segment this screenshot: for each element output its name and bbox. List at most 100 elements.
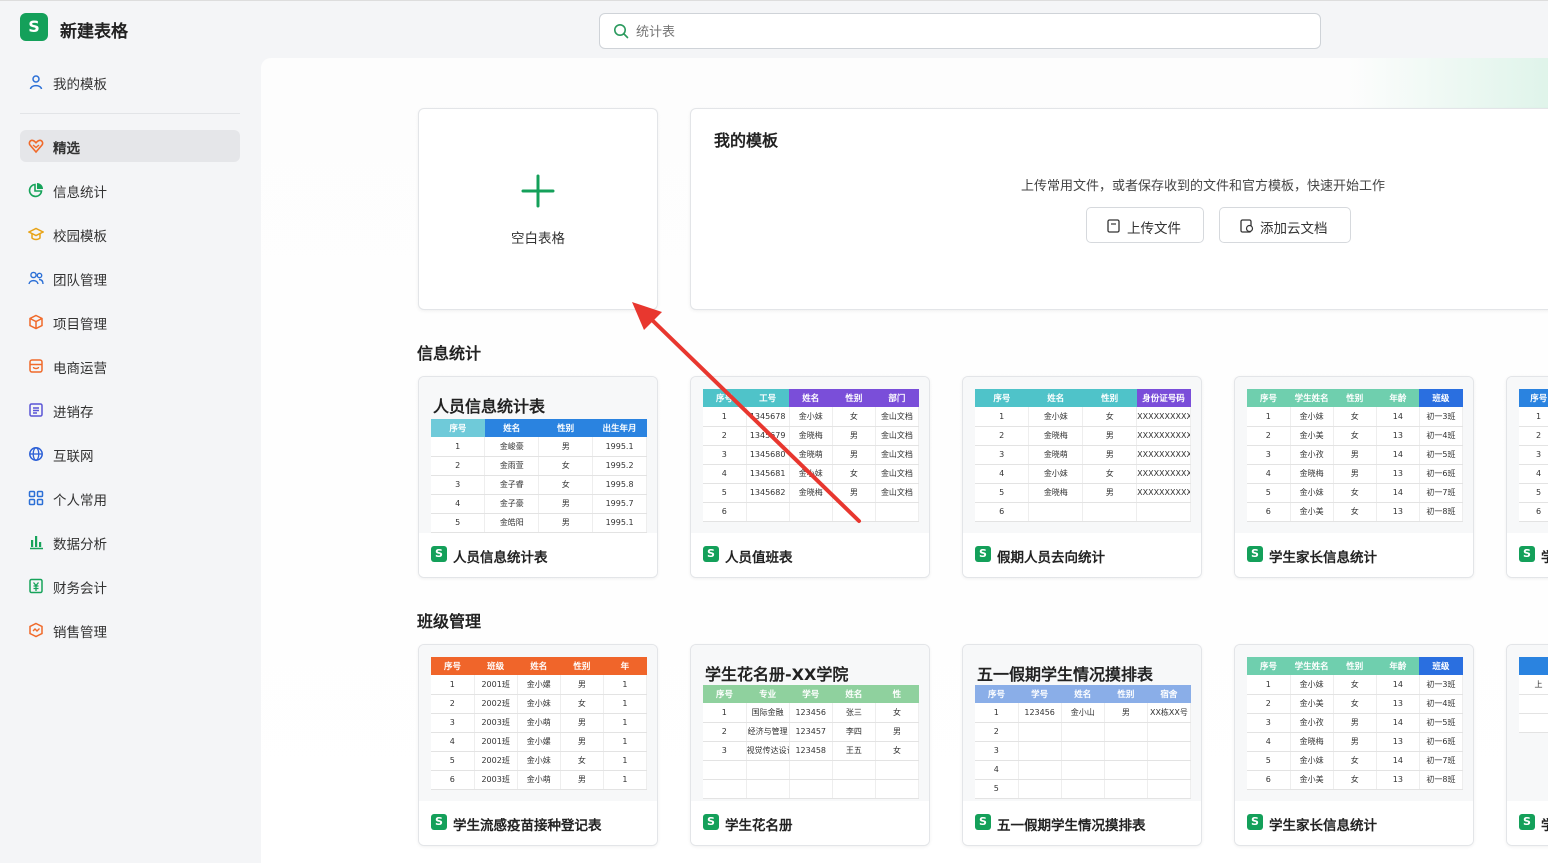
sidebar-item-finance[interactable]: 财务会计 (20, 570, 240, 602)
table-row: 3 1345680 金晓萌男金山文档 (703, 445, 920, 465)
table-cell: 1 (703, 407, 747, 427)
table-cell: 男 (832, 483, 876, 503)
template-card[interactable]: 序号 班级 姓名 性别年 1 2001班 金小嫘男 1 2 2002班 金小妹女 1 3 2003班 金小萌… (418, 644, 658, 846)
sidebar-item-campus[interactable]: 校园模板 (20, 218, 240, 250)
template-name: 假期人员去向统计 (997, 550, 1105, 566)
table-cell: 男 (1082, 426, 1138, 446)
sidebar-item-info-stats[interactable]: 信息统计 (20, 174, 240, 206)
table-header-cell: 性别 (1104, 685, 1148, 703)
table-row: 1 金峻豪男 1995.1 (431, 437, 647, 457)
table-row: 2 (975, 722, 1192, 742)
template-footer: S 学生家长信息统计 (1235, 801, 1473, 845)
table-row: 6 2003班 金小萌男 1 (431, 770, 648, 790)
template-card[interactable]: 上 S学 (1506, 644, 1548, 846)
template-card[interactable]: 序号姓名性别身份证号码1金小妹女XXXXXXXXXXXXX2金晓梅男XXXXXX… (962, 376, 1202, 578)
sales-icon (29, 622, 43, 638)
template-card[interactable]: 人员信息统计表 序号 姓名 性别 出生年月 1 金峻豪男 1995.1 2 金雨萱女 1995.2… (418, 376, 658, 578)
sidebar-item-personal[interactable]: 个人常用 (20, 482, 240, 514)
table-cell: 2 (703, 426, 747, 446)
template-card[interactable]: 序号 学生姓名 性别 年龄 班级 1 金小妹女 14 初一3班 2 金小美女 13 初一4班 3 金小孜男 1… (1234, 644, 1474, 846)
search-box[interactable] (599, 13, 1321, 49)
template-card[interactable]: 学生花名册-XX学院 序号 专业 学号 姓名性 1 国际金融 123456 张三女 2 经济与管理… (690, 644, 930, 846)
blank-sheet-card[interactable]: 空白表格 (418, 108, 658, 310)
table-cell: 女 (875, 741, 920, 761)
table-cell: 男 (1333, 713, 1377, 733)
upload-file-button[interactable]: 上传文件 (1086, 207, 1204, 243)
table-cell: 1 (603, 732, 648, 752)
table-cell: 金小妹 (1290, 751, 1334, 771)
table-cell: 123458 (789, 741, 833, 761)
table-cell (1018, 722, 1062, 742)
table-cell: XXXXXXXXXXXXX (1136, 426, 1191, 446)
table-row: 1 123456 金小山男 XX栋XX号 (975, 703, 1192, 723)
sidebar-item-label: 个人常用 (53, 493, 107, 509)
sidebar-item-my-templates[interactable]: 我的模板 (20, 66, 240, 98)
table-row: 3 金小孜男 14 初一5班 (1247, 445, 1464, 465)
table-cell: 1 (1519, 407, 1548, 427)
table-cell: 1995.1 (592, 437, 647, 457)
table-cell: 金小嫘 (517, 732, 561, 752)
template-card[interactable]: 序号 学生姓名 性别 年龄 班级 1 金小妹女 14 初一3班 2 金小美女 13 初一4班 3 金小孜男 1… (1234, 376, 1474, 578)
table-cell: 金皓阳 (484, 513, 540, 533)
template-preview: 五一假期学生情况摸排表 序号 学号 姓名 性别 宿舍 1 123456 金小山男 XX栋XX号 2… (963, 645, 1201, 801)
table-header-cell: 性 (875, 685, 919, 703)
mini-table: 序号 1 2 3 4 5 6 (1519, 389, 1548, 522)
table-cell (1018, 779, 1062, 799)
table-cell: 4 (703, 464, 747, 484)
template-preview: 上 (1507, 645, 1548, 801)
table-row: 2 (1519, 426, 1548, 446)
template-name: 学生家长信息统计 (1269, 550, 1377, 566)
template-card[interactable]: 五一假期学生情况摸排表 序号 学号 姓名 性别 宿舍 1 123456 金小山男 XX栋XX号 2… (962, 644, 1202, 846)
sidebar-item-project[interactable]: 项目管理 (20, 306, 240, 338)
table-row: 1金小妹女XXXXXXXXXXXXX (975, 407, 1191, 427)
inventory-icon (29, 403, 43, 417)
table-cell: 初一3班 (1419, 407, 1464, 427)
table-cell: 5 (1247, 483, 1291, 503)
table-cell: 金小嫘 (517, 675, 561, 695)
table-cell: 金山文档 (875, 464, 920, 484)
sidebar-item-ecommerce[interactable]: 电商运营 (20, 350, 240, 382)
table-row: 1 金小妹女 14 初一3班 (1247, 675, 1464, 695)
table-header-cell: 性别 (1333, 389, 1377, 407)
table-cell: 1345680 (746, 445, 790, 465)
table-cell: 1345681 (746, 464, 790, 484)
table-cell: 初一4班 (1419, 426, 1464, 446)
table-cell: 14 (1376, 675, 1420, 695)
template-card[interactable]: 序号123456 S学 (1506, 376, 1548, 578)
sheet-icon: S (431, 546, 447, 562)
sheet-table: 序号 班级 姓名 性别年 1 2001班 金小嫘男 1 2 2002班 金小妹女 1 3 2003班 金小萌… (431, 657, 648, 790)
add-cloud-doc-button[interactable]: 添加云文档 (1219, 207, 1351, 243)
mini-table: 序号姓名性别身份证号码1金小妹女XXXXXXXXXXXXX2金晓梅男XXXXXX… (975, 389, 1191, 522)
file-icon (1107, 219, 1120, 233)
sheet-title: 人员信息统计表 (433, 397, 546, 416)
sidebar-item-inventory[interactable]: 进销存 (20, 394, 240, 426)
table-header-cell: 身份证号码 (1136, 389, 1191, 407)
sidebar-item-sales[interactable]: 销售管理 (20, 614, 240, 646)
my-templates-title: 我的模板 (714, 131, 779, 150)
sidebar-item-internet[interactable]: 互联网 (20, 438, 240, 470)
table-header-cell: 姓名 (1061, 685, 1105, 703)
table-cell: 1345682 (746, 483, 790, 503)
table-cell: 金小妹 (789, 407, 833, 427)
table-row: 3 金小孜男 14 初一5班 (1247, 713, 1464, 733)
sidebar-item-featured[interactable]: 精选 (20, 130, 240, 162)
table-cell: 13 (1376, 464, 1420, 484)
table-cell: 金小妹 (789, 464, 833, 484)
table-cell: 男 (832, 445, 876, 465)
sidebar-item-data-analysis[interactable]: 数据分析 (20, 526, 240, 558)
table-cell: 女 (1333, 751, 1377, 771)
search-input[interactable] (636, 22, 1286, 42)
sidebar-item-label: 进销存 (53, 405, 94, 421)
table-cell: 男 (832, 426, 876, 446)
table-cell: 金小妹 (517, 694, 561, 714)
sidebar-item-team[interactable]: 团队管理 (20, 262, 240, 294)
template-card[interactable]: 序号 工号 姓名 性别 部门 1 1345678 金小妹女金山文档 2 1345679 金晓梅男金山… (690, 376, 930, 578)
table-cell: 3 (431, 713, 475, 733)
table-cell: 2 (975, 426, 1030, 446)
plus-icon (521, 174, 555, 208)
table-cell: 女 (832, 407, 876, 427)
sheet-table: 序号 姓名 性别 出生年月 1 金峻豪男 1995.1 2 金雨萱女 1995.2 3 金子睿女 199… (431, 419, 647, 533)
table-cell: 2001班 (474, 675, 518, 695)
table-cell: 男 (1333, 445, 1377, 465)
table-cell (1147, 760, 1192, 780)
